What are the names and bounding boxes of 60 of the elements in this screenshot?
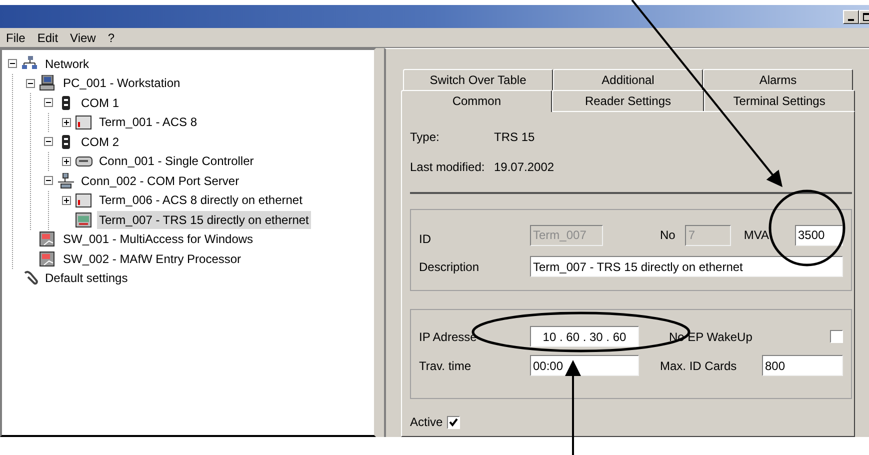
field-label: Active bbox=[410, 414, 443, 431]
tab[interactable]: Switch Over Table bbox=[403, 69, 553, 90]
checkbox[interactable] bbox=[830, 330, 843, 343]
maximize-icon bbox=[862, 12, 869, 20]
tab[interactable]: Reader Settings bbox=[552, 90, 704, 111]
network-icon bbox=[21, 56, 39, 72]
software-icon bbox=[39, 250, 57, 267]
check-icon bbox=[448, 418, 458, 426]
tab[interactable]: Alarms bbox=[703, 69, 853, 90]
info-value: 19.07.2002 bbox=[494, 159, 554, 176]
computer-icon bbox=[39, 75, 57, 92]
tree-item[interactable]: Conn_002 - COM Port Server bbox=[79, 172, 242, 190]
expand-toggle[interactable] bbox=[62, 156, 71, 166]
reader-icon bbox=[75, 212, 93, 228]
info-value: TRS 15 bbox=[494, 129, 535, 146]
field-label: Description bbox=[419, 258, 480, 276]
menu-item[interactable]: File bbox=[6, 28, 26, 46]
checkbox[interactable] bbox=[446, 416, 460, 428]
collapse-toggle[interactable] bbox=[44, 137, 53, 146]
tab[interactable]: Common bbox=[401, 90, 552, 112]
tree-item[interactable]: COM 1 bbox=[79, 94, 122, 112]
menu-item[interactable]: ? bbox=[108, 28, 115, 46]
terminal-icon bbox=[75, 114, 93, 130]
max-id-cards-field[interactable]: 800 bbox=[762, 355, 843, 376]
field-label: Type: bbox=[410, 129, 440, 146]
description-field[interactable]: Term_007 - TRS 15 directly on ethernet bbox=[530, 256, 843, 277]
field-label: Max. ID Cards bbox=[660, 358, 737, 374]
expand-toggle[interactable] bbox=[62, 196, 71, 205]
tree-item[interactable]: Network bbox=[43, 54, 92, 73]
field-label: Last modified: bbox=[410, 159, 486, 176]
tree-item[interactable]: Conn_001 - Single Controller bbox=[97, 152, 256, 170]
tab[interactable]: Terminal Settings bbox=[704, 90, 855, 111]
collapse-toggle[interactable] bbox=[44, 176, 53, 186]
tree-item[interactable]: Default settings bbox=[43, 269, 130, 288]
menu-item[interactable]: Edit bbox=[37, 28, 58, 46]
tree-item[interactable]: SW_001 - MultiAccess for Windows bbox=[61, 230, 256, 248]
tree-item[interactable]: Term_001 - ACS 8 bbox=[97, 113, 200, 132]
expand-toggle[interactable] bbox=[62, 118, 71, 127]
field-label: Trav. time bbox=[419, 358, 472, 374]
menu-item[interactable]: View bbox=[70, 28, 96, 46]
field-label: ID bbox=[419, 231, 432, 248]
terminal-icon bbox=[75, 192, 93, 208]
travel-time-field[interactable]: 00:00 bbox=[530, 355, 639, 376]
tree-item[interactable]: Term_007 - TRS 15 directly on ethernet bbox=[97, 210, 311, 229]
field-label: MVA bbox=[744, 227, 769, 244]
ip-address-field[interactable]: 10 . 60 . 30 . 60 bbox=[530, 326, 639, 347]
tree-item[interactable]: PC_001 - Workstation bbox=[61, 74, 182, 92]
collapse-toggle[interactable] bbox=[44, 98, 53, 108]
tree-item[interactable]: COM 2 bbox=[79, 132, 122, 151]
tree-item[interactable]: Term_006 - ACS 8 directly on ethernet bbox=[97, 191, 304, 210]
collapse-toggle[interactable] bbox=[8, 59, 17, 68]
minimize-icon bbox=[848, 18, 854, 20]
tree-item[interactable]: SW_002 - MAfW Entry Processor bbox=[61, 250, 244, 268]
minimize-button[interactable] bbox=[843, 10, 859, 24]
collapse-toggle[interactable] bbox=[26, 78, 35, 88]
mva-field[interactable]: 3500 bbox=[795, 224, 843, 246]
tab[interactable]: Additional bbox=[553, 69, 703, 90]
field-label: No bbox=[660, 227, 676, 244]
field-label: IP Adresse bbox=[419, 328, 478, 346]
server-icon bbox=[57, 172, 75, 189]
